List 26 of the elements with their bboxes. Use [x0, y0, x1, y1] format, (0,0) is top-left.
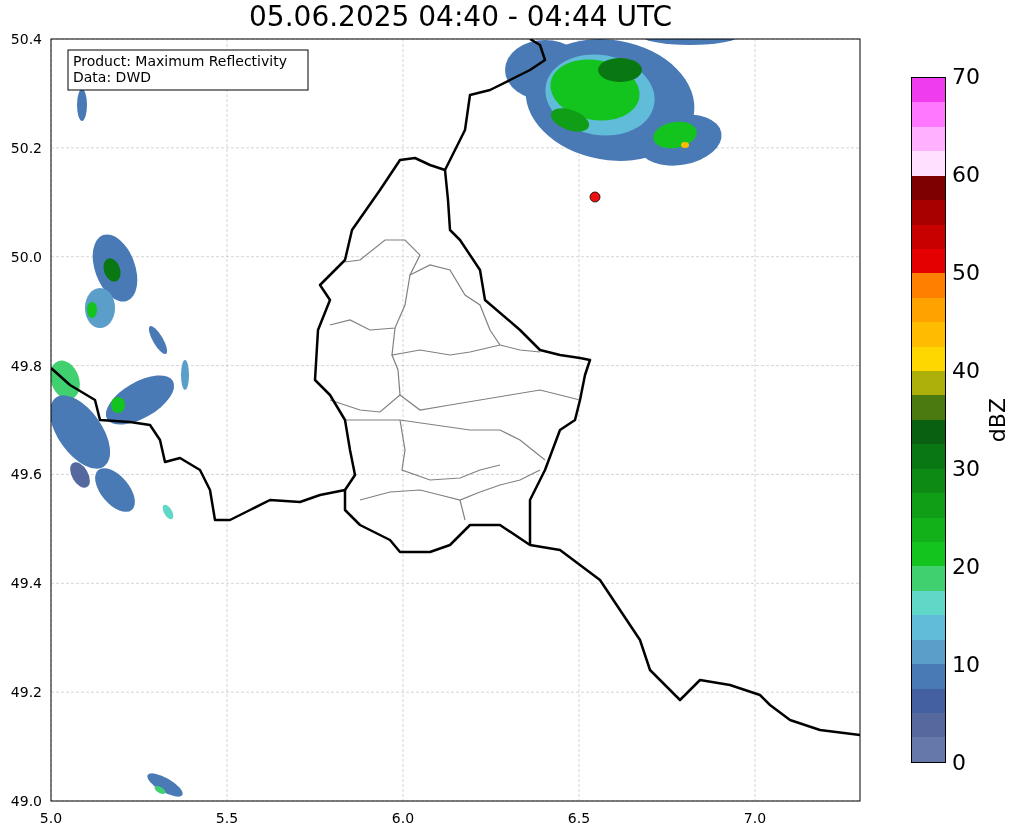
y-tick-label: 49.8: [10, 357, 42, 374]
x-tick-label: 7.0: [743, 810, 767, 826]
x-tick-label: 6.5: [567, 810, 591, 826]
legend-text: Data: DWD: [73, 69, 151, 85]
colorbar-tick-label: 40: [952, 359, 980, 383]
y-tick-label: 49.0: [10, 793, 42, 809]
y-tick-label: 50.0: [10, 248, 42, 265]
y-tick-label: 49.4: [10, 575, 42, 592]
colorbar-tick-label: 70: [952, 65, 980, 89]
x-tick-label: 5.5: [215, 810, 239, 826]
y-tick-label: 50.2: [10, 139, 42, 156]
colorbar-label: dBZ: [986, 397, 1010, 443]
colorbar-tick-label: 0: [952, 751, 967, 775]
colorbar-tick-label: 60: [952, 163, 980, 187]
colorbar-tick-label: 50: [952, 261, 980, 285]
colorbar-tick-label: 10: [952, 653, 980, 677]
y-tick-label: 49.2: [10, 684, 42, 701]
y-tick-label: 49.6: [10, 466, 42, 483]
x-tick-label: 5.0: [39, 810, 63, 826]
colorbar-tick-label: 20: [952, 555, 980, 579]
colorbar-tick-label: 30: [952, 457, 980, 481]
x-tick-label: 6.0: [391, 810, 415, 826]
y-tick-label: 50.4: [10, 32, 42, 47]
station-marker: [589, 191, 601, 203]
legend-text: Product: Maximum Reflectivity: [73, 53, 287, 69]
chart-title: 05.06.2025 04:40 - 04:44 UTC: [248, 2, 673, 32]
